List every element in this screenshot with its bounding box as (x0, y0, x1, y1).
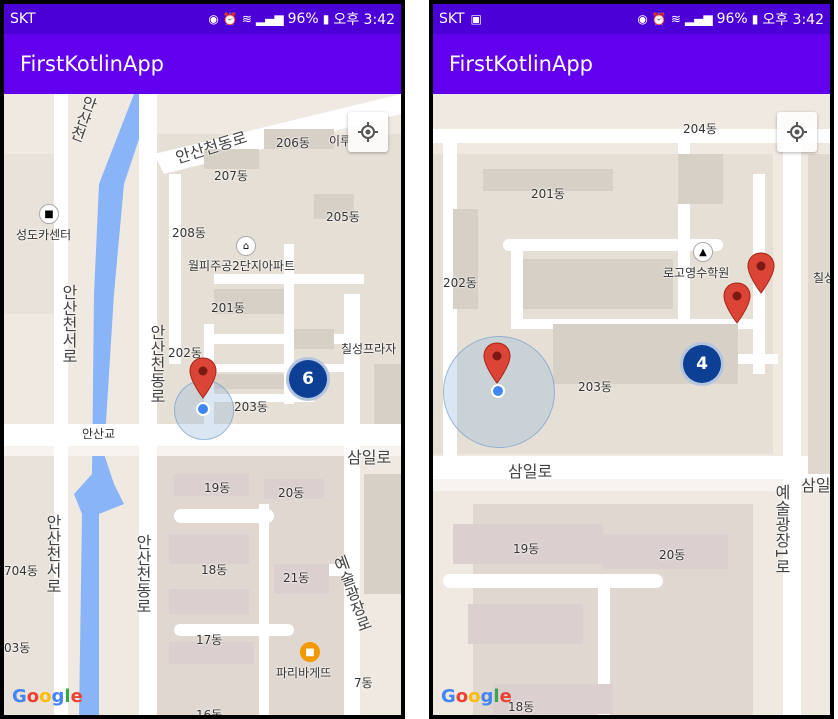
location-status-icon: ◉ (637, 12, 648, 26)
store-icon: ■ (300, 642, 320, 662)
building-label: 202동 (443, 276, 477, 290)
building-label: 704동 (4, 564, 38, 578)
map-pin-icon[interactable] (189, 357, 217, 399)
building-label: 207동 (214, 169, 248, 183)
school-icon: ▲ (693, 242, 713, 262)
signal-icon: ▂▄▆ (255, 12, 284, 26)
store-icon: ■ (39, 204, 59, 224)
location-status-icon: ◉ (208, 12, 219, 26)
building-label: 19동 (204, 481, 231, 495)
app-title: FirstKotlinApp (449, 52, 594, 76)
phone-screen-left: SKT ◉ ⏰ ≋ ▂▄▆ 96% ▮ 오후 3:42 FirstKotlinA… (0, 0, 405, 719)
place-label: 칠성프라자 (341, 342, 397, 356)
marker-cluster[interactable]: 4 (680, 342, 724, 386)
building-label: 206동 (276, 136, 310, 150)
building-label: 16동 (196, 708, 223, 719)
status-bar: SKT ▣ ◉ ⏰ ≋ ▂▄▆ 96% ▮ 오후 3:42 (433, 4, 830, 34)
road-label: 예술광장1로 (772, 484, 791, 575)
wifi-icon: ≋ (670, 12, 681, 26)
marker-cluster[interactable]: 6 (286, 357, 330, 401)
battery-percent: 96% (716, 11, 748, 27)
my-location-icon (787, 122, 807, 142)
carrier-name: SKT (10, 11, 36, 27)
road-label: 안산천서로 (43, 514, 62, 594)
place-label: 월피주공2단지아파트 (188, 259, 295, 273)
place-label: 안산교 (82, 427, 116, 441)
map-view[interactable]: 206동 207동 208동 205동 201동 202동 203동 19동 2… (4, 94, 401, 719)
battery-percent: 96% (287, 11, 319, 27)
road-label: 안산천동로 (147, 324, 166, 404)
place-label: 칠성 (813, 271, 830, 285)
building-label: 17동 (196, 633, 223, 647)
building-label: 203동 (578, 380, 612, 394)
building-label: 20동 (278, 486, 305, 500)
app-title: FirstKotlinApp (20, 52, 165, 76)
signal-icon: ▂▄▆ (684, 12, 713, 26)
my-location-button[interactable] (348, 112, 388, 152)
map-pin-icon[interactable] (483, 342, 511, 384)
road-label: 삼일로 (347, 448, 392, 467)
battery-icon: ▮ (322, 12, 330, 26)
app-bar: FirstKotlinApp (4, 34, 401, 94)
road-label: 삼일로 (508, 462, 553, 481)
google-attribution: Google (12, 686, 83, 707)
image-icon: ▣ (470, 12, 482, 26)
building-label: 201동 (531, 187, 565, 201)
building-label: 203동 (234, 400, 268, 414)
alarm-icon: ⏰ (222, 12, 238, 26)
place-label: 로고영수학원 (663, 266, 730, 280)
place-label: 파리바게뜨 (276, 666, 332, 680)
battery-icon: ▮ (751, 12, 759, 26)
map-pin-icon[interactable] (747, 252, 775, 294)
building-label: 18동 (508, 700, 535, 714)
building-label: 20동 (659, 548, 686, 562)
app-bar: FirstKotlinApp (433, 34, 830, 94)
home-icon: ⌂ (236, 236, 256, 256)
alarm-icon: ⏰ (651, 12, 667, 26)
map-pin-icon[interactable] (723, 282, 751, 324)
status-bar: SKT ◉ ⏰ ≋ ▂▄▆ 96% ▮ 오후 3:42 (4, 4, 401, 34)
building-label: 201동 (211, 301, 245, 315)
phone-screen-right: SKT ▣ ◉ ⏰ ≋ ▂▄▆ 96% ▮ 오후 3:42 FirstKotli… (429, 0, 834, 719)
my-location-dot (196, 402, 210, 416)
my-location-icon (358, 122, 378, 142)
clock: 오후 3:42 (762, 12, 824, 28)
my-location-button[interactable] (777, 112, 817, 152)
building-label: 19동 (513, 542, 540, 556)
place-label: 성도카센터 (16, 228, 72, 242)
road-label: 안산천동로 (133, 534, 152, 614)
building-label: 21동 (283, 571, 310, 585)
building-label: 208동 (172, 226, 206, 240)
map-view[interactable]: 204동 201동 202동 203동 19동 20동 18동 ▲ 로고영수학원… (433, 94, 830, 715)
building-label: 205동 (326, 210, 360, 224)
building-label: 7동 (354, 676, 373, 690)
road-label: 삼일 (801, 476, 830, 495)
building-label: 03동 (4, 641, 31, 655)
clock: 오후 3:42 (333, 12, 395, 28)
building-label: 204동 (683, 122, 717, 136)
google-attribution: Google (441, 686, 512, 707)
building-label: 18동 (201, 563, 228, 577)
wifi-icon: ≋ (241, 12, 252, 26)
road-label: 안산천서로 (59, 284, 78, 364)
carrier-name: SKT (439, 11, 465, 27)
my-location-dot (491, 384, 505, 398)
